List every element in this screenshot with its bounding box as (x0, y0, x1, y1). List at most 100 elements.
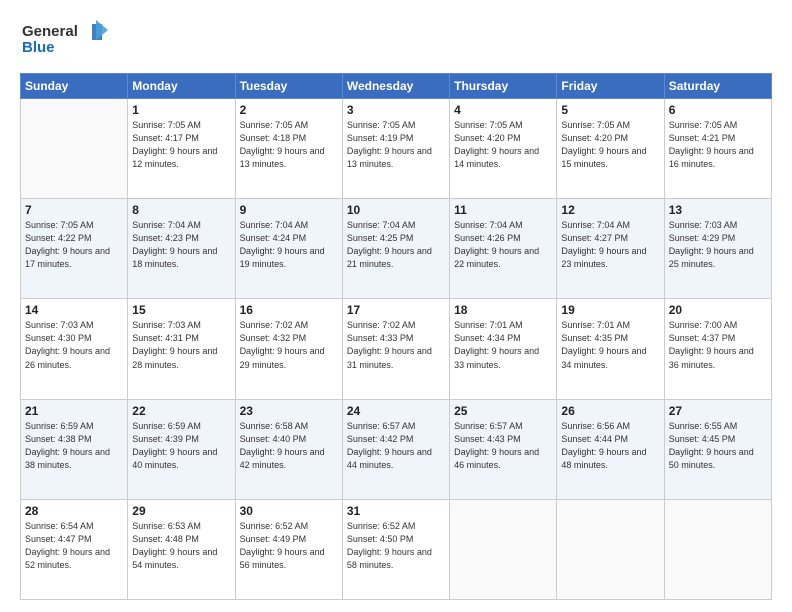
day-info: Sunrise: 6:59 AMSunset: 4:38 PMDaylight:… (25, 420, 123, 472)
calendar-cell: 29 Sunrise: 6:53 AMSunset: 4:48 PMDayligh… (128, 499, 235, 599)
calendar-cell: 1 Sunrise: 7:05 AMSunset: 4:17 PMDaylight… (128, 99, 235, 199)
day-number: 26 (561, 404, 659, 418)
day-number: 5 (561, 103, 659, 117)
day-info: Sunrise: 7:01 AMSunset: 4:35 PMDaylight:… (561, 319, 659, 371)
calendar-cell (557, 499, 664, 599)
day-info: Sunrise: 7:05 AMSunset: 4:20 PMDaylight:… (454, 119, 552, 171)
day-number: 14 (25, 303, 123, 317)
day-info: Sunrise: 6:55 AMSunset: 4:45 PMDaylight:… (669, 420, 767, 472)
calendar-cell: 13 Sunrise: 7:03 AMSunset: 4:29 PMDayligh… (664, 199, 771, 299)
calendar-cell (664, 499, 771, 599)
calendar-cell: 12 Sunrise: 7:04 AMSunset: 4:27 PMDayligh… (557, 199, 664, 299)
calendar-cell: 18Sunrise: 7:01 AMSunset: 4:34 PMDayligh… (450, 299, 557, 399)
calendar-cell: 14 Sunrise: 7:03 AMSunset: 4:30 PMDayligh… (21, 299, 128, 399)
day-number: 28 (25, 504, 123, 518)
day-number: 11 (454, 203, 552, 217)
day-info: Sunrise: 6:59 AMSunset: 4:39 PMDaylight:… (132, 420, 230, 472)
calendar-cell: 3Sunrise: 7:05 AMSunset: 4:19 PMDaylight… (342, 99, 449, 199)
day-info: Sunrise: 6:57 AMSunset: 4:43 PMDaylight:… (454, 420, 552, 472)
day-info: Sunrise: 7:00 AMSunset: 4:37 PMDaylight:… (669, 319, 767, 371)
day-number: 20 (669, 303, 767, 317)
day-number: 24 (347, 404, 445, 418)
day-number: 27 (669, 404, 767, 418)
calendar-week-3: 14 Sunrise: 7:03 AMSunset: 4:30 PMDayligh… (21, 299, 772, 399)
day-info: Sunrise: 7:04 AMSunset: 4:27 PMDaylight:… (561, 219, 659, 271)
day-info: Sunrise: 7:05 AMSunset: 4:21 PMDaylight:… (669, 119, 767, 171)
calendar-cell: 23 Sunrise: 6:58 AMSunset: 4:40 PMDayligh… (235, 399, 342, 499)
weekday-header-wednesday: Wednesday (342, 74, 449, 99)
day-number: 7 (25, 203, 123, 217)
day-number: 13 (669, 203, 767, 217)
day-number: 19 (561, 303, 659, 317)
calendar-cell (21, 99, 128, 199)
calendar-cell: 20 Sunrise: 7:00 AMSunset: 4:37 PMDayligh… (664, 299, 771, 399)
day-number: 1 (132, 103, 230, 117)
calendar-cell: 30 Sunrise: 6:52 AMSunset: 4:49 PMDayligh… (235, 499, 342, 599)
day-info: Sunrise: 7:05 AMSunset: 4:17 PMDaylight:… (132, 119, 230, 171)
calendar-page: General Blue SundayMondayTuesdayWednesda… (0, 0, 792, 612)
day-info: Sunrise: 6:52 AMSunset: 4:49 PMDaylight:… (240, 520, 338, 572)
calendar-cell: 31Sunrise: 6:52 AMSunset: 4:50 PMDayligh… (342, 499, 449, 599)
day-info: Sunrise: 7:03 AMSunset: 4:29 PMDaylight:… (669, 219, 767, 271)
calendar-cell: 25 Sunrise: 6:57 AMSunset: 4:43 PMDayligh… (450, 399, 557, 499)
day-info: Sunrise: 7:04 AMSunset: 4:23 PMDaylight:… (132, 219, 230, 271)
day-info: Sunrise: 7:05 AMSunset: 4:19 PMDaylight:… (347, 119, 445, 171)
calendar-week-1: 1 Sunrise: 7:05 AMSunset: 4:17 PMDaylight… (21, 99, 772, 199)
calendar-cell: 7 Sunrise: 7:05 AMSunset: 4:22 PMDaylight… (21, 199, 128, 299)
day-info: Sunrise: 6:58 AMSunset: 4:40 PMDaylight:… (240, 420, 338, 472)
day-info: Sunrise: 6:56 AMSunset: 4:44 PMDaylight:… (561, 420, 659, 472)
calendar-cell: 15 Sunrise: 7:03 AMSunset: 4:31 PMDayligh… (128, 299, 235, 399)
weekday-header-sunday: Sunday (21, 74, 128, 99)
day-info: Sunrise: 7:04 AMSunset: 4:24 PMDaylight:… (240, 219, 338, 271)
day-number: 22 (132, 404, 230, 418)
day-info: Sunrise: 6:52 AMSunset: 4:50 PMDaylight:… (347, 520, 445, 572)
day-number: 21 (25, 404, 123, 418)
calendar-cell: 21 Sunrise: 6:59 AMSunset: 4:38 PMDayligh… (21, 399, 128, 499)
day-number: 6 (669, 103, 767, 117)
day-info: Sunrise: 7:03 AMSunset: 4:31 PMDaylight:… (132, 319, 230, 371)
day-info: Sunrise: 7:05 AMSunset: 4:20 PMDaylight:… (561, 119, 659, 171)
calendar-cell: 9 Sunrise: 7:04 AMSunset: 4:24 PMDaylight… (235, 199, 342, 299)
day-info: Sunrise: 7:05 AMSunset: 4:22 PMDaylight:… (25, 219, 123, 271)
day-number: 30 (240, 504, 338, 518)
logo: General Blue (20, 16, 130, 65)
day-number: 12 (561, 203, 659, 217)
header: General Blue (20, 16, 772, 65)
day-number: 29 (132, 504, 230, 518)
calendar-cell: 24 Sunrise: 6:57 AMSunset: 4:42 PMDayligh… (342, 399, 449, 499)
day-info: Sunrise: 7:04 AMSunset: 4:26 PMDaylight:… (454, 219, 552, 271)
day-number: 15 (132, 303, 230, 317)
day-number: 2 (240, 103, 338, 117)
day-number: 23 (240, 404, 338, 418)
calendar-cell: 11 Sunrise: 7:04 AMSunset: 4:26 PMDayligh… (450, 199, 557, 299)
day-number: 9 (240, 203, 338, 217)
day-number: 18 (454, 303, 552, 317)
day-info: Sunrise: 6:57 AMSunset: 4:42 PMDaylight:… (347, 420, 445, 472)
weekday-header-row: SundayMondayTuesdayWednesdayThursdayFrid… (21, 74, 772, 99)
calendar-cell: 2 Sunrise: 7:05 AMSunset: 4:18 PMDaylight… (235, 99, 342, 199)
calendar-cell: 28Sunrise: 6:54 AMSunset: 4:47 PMDayligh… (21, 499, 128, 599)
svg-text:General: General (22, 23, 78, 40)
calendar-cell: 27 Sunrise: 6:55 AMSunset: 4:45 PMDayligh… (664, 399, 771, 499)
calendar-cell: 16Sunrise: 7:02 AMSunset: 4:32 PMDayligh… (235, 299, 342, 399)
calendar-cell: 6 Sunrise: 7:05 AMSunset: 4:21 PMDaylight… (664, 99, 771, 199)
calendar-cell: 5 Sunrise: 7:05 AMSunset: 4:20 PMDaylight… (557, 99, 664, 199)
day-info: Sunrise: 6:53 AMSunset: 4:48 PMDaylight:… (132, 520, 230, 572)
calendar-cell: 26 Sunrise: 6:56 AMSunset: 4:44 PMDayligh… (557, 399, 664, 499)
calendar-cell: 10 Sunrise: 7:04 AMSunset: 4:25 PMDayligh… (342, 199, 449, 299)
day-info: Sunrise: 7:03 AMSunset: 4:30 PMDaylight:… (25, 319, 123, 371)
calendar-week-4: 21 Sunrise: 6:59 AMSunset: 4:38 PMDayligh… (21, 399, 772, 499)
calendar-cell: 8Sunrise: 7:04 AMSunset: 4:23 PMDaylight… (128, 199, 235, 299)
day-info: Sunrise: 7:02 AMSunset: 4:33 PMDaylight:… (347, 319, 445, 371)
weekday-header-monday: Monday (128, 74, 235, 99)
calendar-cell: 4Sunrise: 7:05 AMSunset: 4:20 PMDaylight… (450, 99, 557, 199)
weekday-header-saturday: Saturday (664, 74, 771, 99)
day-info: Sunrise: 7:04 AMSunset: 4:25 PMDaylight:… (347, 219, 445, 271)
day-number: 10 (347, 203, 445, 217)
calendar-week-2: 7 Sunrise: 7:05 AMSunset: 4:22 PMDaylight… (21, 199, 772, 299)
calendar-cell: 17Sunrise: 7:02 AMSunset: 4:33 PMDayligh… (342, 299, 449, 399)
calendar-table: SundayMondayTuesdayWednesdayThursdayFrid… (20, 73, 772, 600)
day-info: Sunrise: 7:05 AMSunset: 4:18 PMDaylight:… (240, 119, 338, 171)
day-number: 25 (454, 404, 552, 418)
calendar-cell (450, 499, 557, 599)
